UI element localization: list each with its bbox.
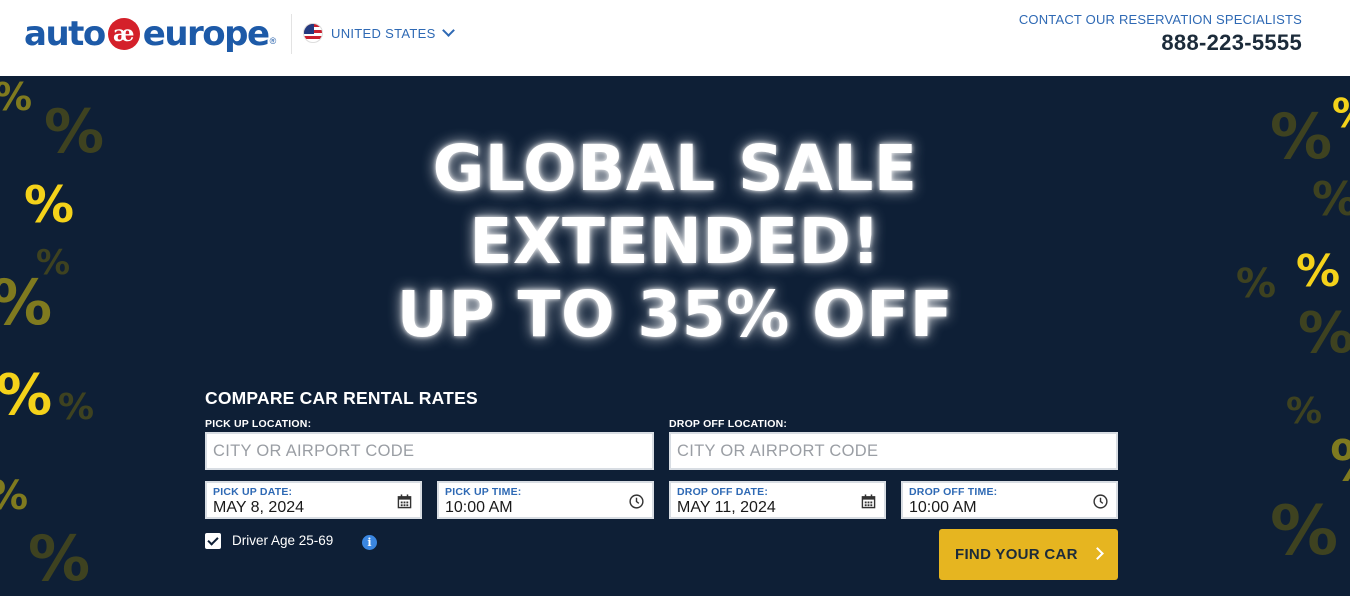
- dropoff-location-label: DROP OFF LOCATION:: [669, 418, 788, 430]
- info-icon[interactable]: i: [362, 535, 377, 550]
- dropoff-date-field[interactable]: DROP OFF DATE: MAY 11, 2024: [669, 481, 886, 519]
- phone-number[interactable]: 888-223-5555: [1019, 30, 1302, 56]
- percent-decoration-icon: %: [58, 387, 95, 428]
- logo-text-auto: auto: [24, 14, 106, 54]
- percent-decoration-icon: %: [1332, 94, 1350, 134]
- pickup-location-label: PICK UP LOCATION:: [205, 418, 312, 430]
- us-flag-icon: [303, 23, 323, 43]
- chevron-right-icon: [1091, 547, 1104, 560]
- clock-icon: [629, 494, 644, 509]
- driver-age-checkbox[interactable]: [205, 533, 221, 549]
- pickup-date-label: PICK UP DATE:: [213, 486, 293, 498]
- logo-ae-mark: æ: [107, 18, 140, 50]
- find-your-car-label: FIND YOUR CAR: [955, 546, 1078, 563]
- pickup-time-field[interactable]: PICK UP TIME: 10:00 AM: [437, 481, 654, 519]
- percent-decoration-icon: %: [0, 363, 53, 428]
- logo-text-europe: europe: [142, 14, 270, 54]
- header-divider: [291, 14, 292, 54]
- dropoff-date-value: MAY 11, 2024: [677, 499, 776, 516]
- calendar-icon: [861, 494, 876, 509]
- percent-decoration-icon: %: [1330, 434, 1350, 490]
- headline-line-2: EXTENDED!: [469, 205, 881, 278]
- headline-line-1: GLOBAL SALE: [432, 132, 918, 205]
- dropoff-time-value: 10:00 AM: [909, 499, 977, 516]
- pickup-date-field[interactable]: PICK UP DATE: MAY 8, 2024: [205, 481, 422, 519]
- country-label: UNITED STATES: [331, 25, 436, 41]
- percent-decoration-icon: %: [0, 476, 28, 516]
- percent-decoration-icon: %: [0, 78, 32, 116]
- clock-icon: [1093, 494, 1108, 509]
- driver-age-label: Driver Age 25-69: [232, 533, 334, 548]
- sale-headline: GLOBAL SALE EXTENDED! UP TO 35% OFF: [0, 132, 1350, 351]
- dropoff-time-label: DROP OFF TIME:: [909, 486, 998, 498]
- auto-europe-logo[interactable]: auto æ europe ®: [24, 14, 276, 54]
- sale-hero-banner: % % % % % % % % % % % % % % % % % % GLOB…: [0, 76, 1350, 596]
- percent-decoration-icon: %: [1270, 492, 1339, 571]
- form-title: COMPARE CAR RENTAL RATES: [205, 388, 478, 408]
- contact-block: CONTACT OUR RESERVATION SPECIALISTS 888-…: [1019, 12, 1302, 56]
- headline-line-3: UP TO 35% OFF: [396, 278, 954, 351]
- site-header: auto æ europe ® UNITED STATES CONTACT OU…: [0, 0, 1350, 76]
- dropoff-location-input[interactable]: [669, 432, 1118, 470]
- pickup-location-input[interactable]: [205, 432, 654, 470]
- find-your-car-button[interactable]: FIND YOUR CAR: [939, 529, 1118, 580]
- pickup-time-label: PICK UP TIME:: [445, 486, 522, 498]
- dropoff-time-field[interactable]: DROP OFF TIME: 10:00 AM: [901, 481, 1118, 519]
- logo-registered-mark: ®: [269, 36, 277, 46]
- dropoff-date-label: DROP OFF DATE:: [677, 486, 769, 498]
- calendar-icon: [397, 494, 412, 509]
- contact-label: CONTACT OUR RESERVATION SPECIALISTS: [1018, 12, 1302, 27]
- percent-decoration-icon: %: [1286, 391, 1323, 432]
- pickup-time-value: 10:00 AM: [445, 499, 513, 516]
- percent-decoration-icon: %: [28, 522, 91, 595]
- country-selector[interactable]: UNITED STATES: [303, 23, 455, 43]
- chevron-down-icon: [441, 24, 455, 37]
- pickup-date-value: MAY 8, 2024: [213, 499, 305, 516]
